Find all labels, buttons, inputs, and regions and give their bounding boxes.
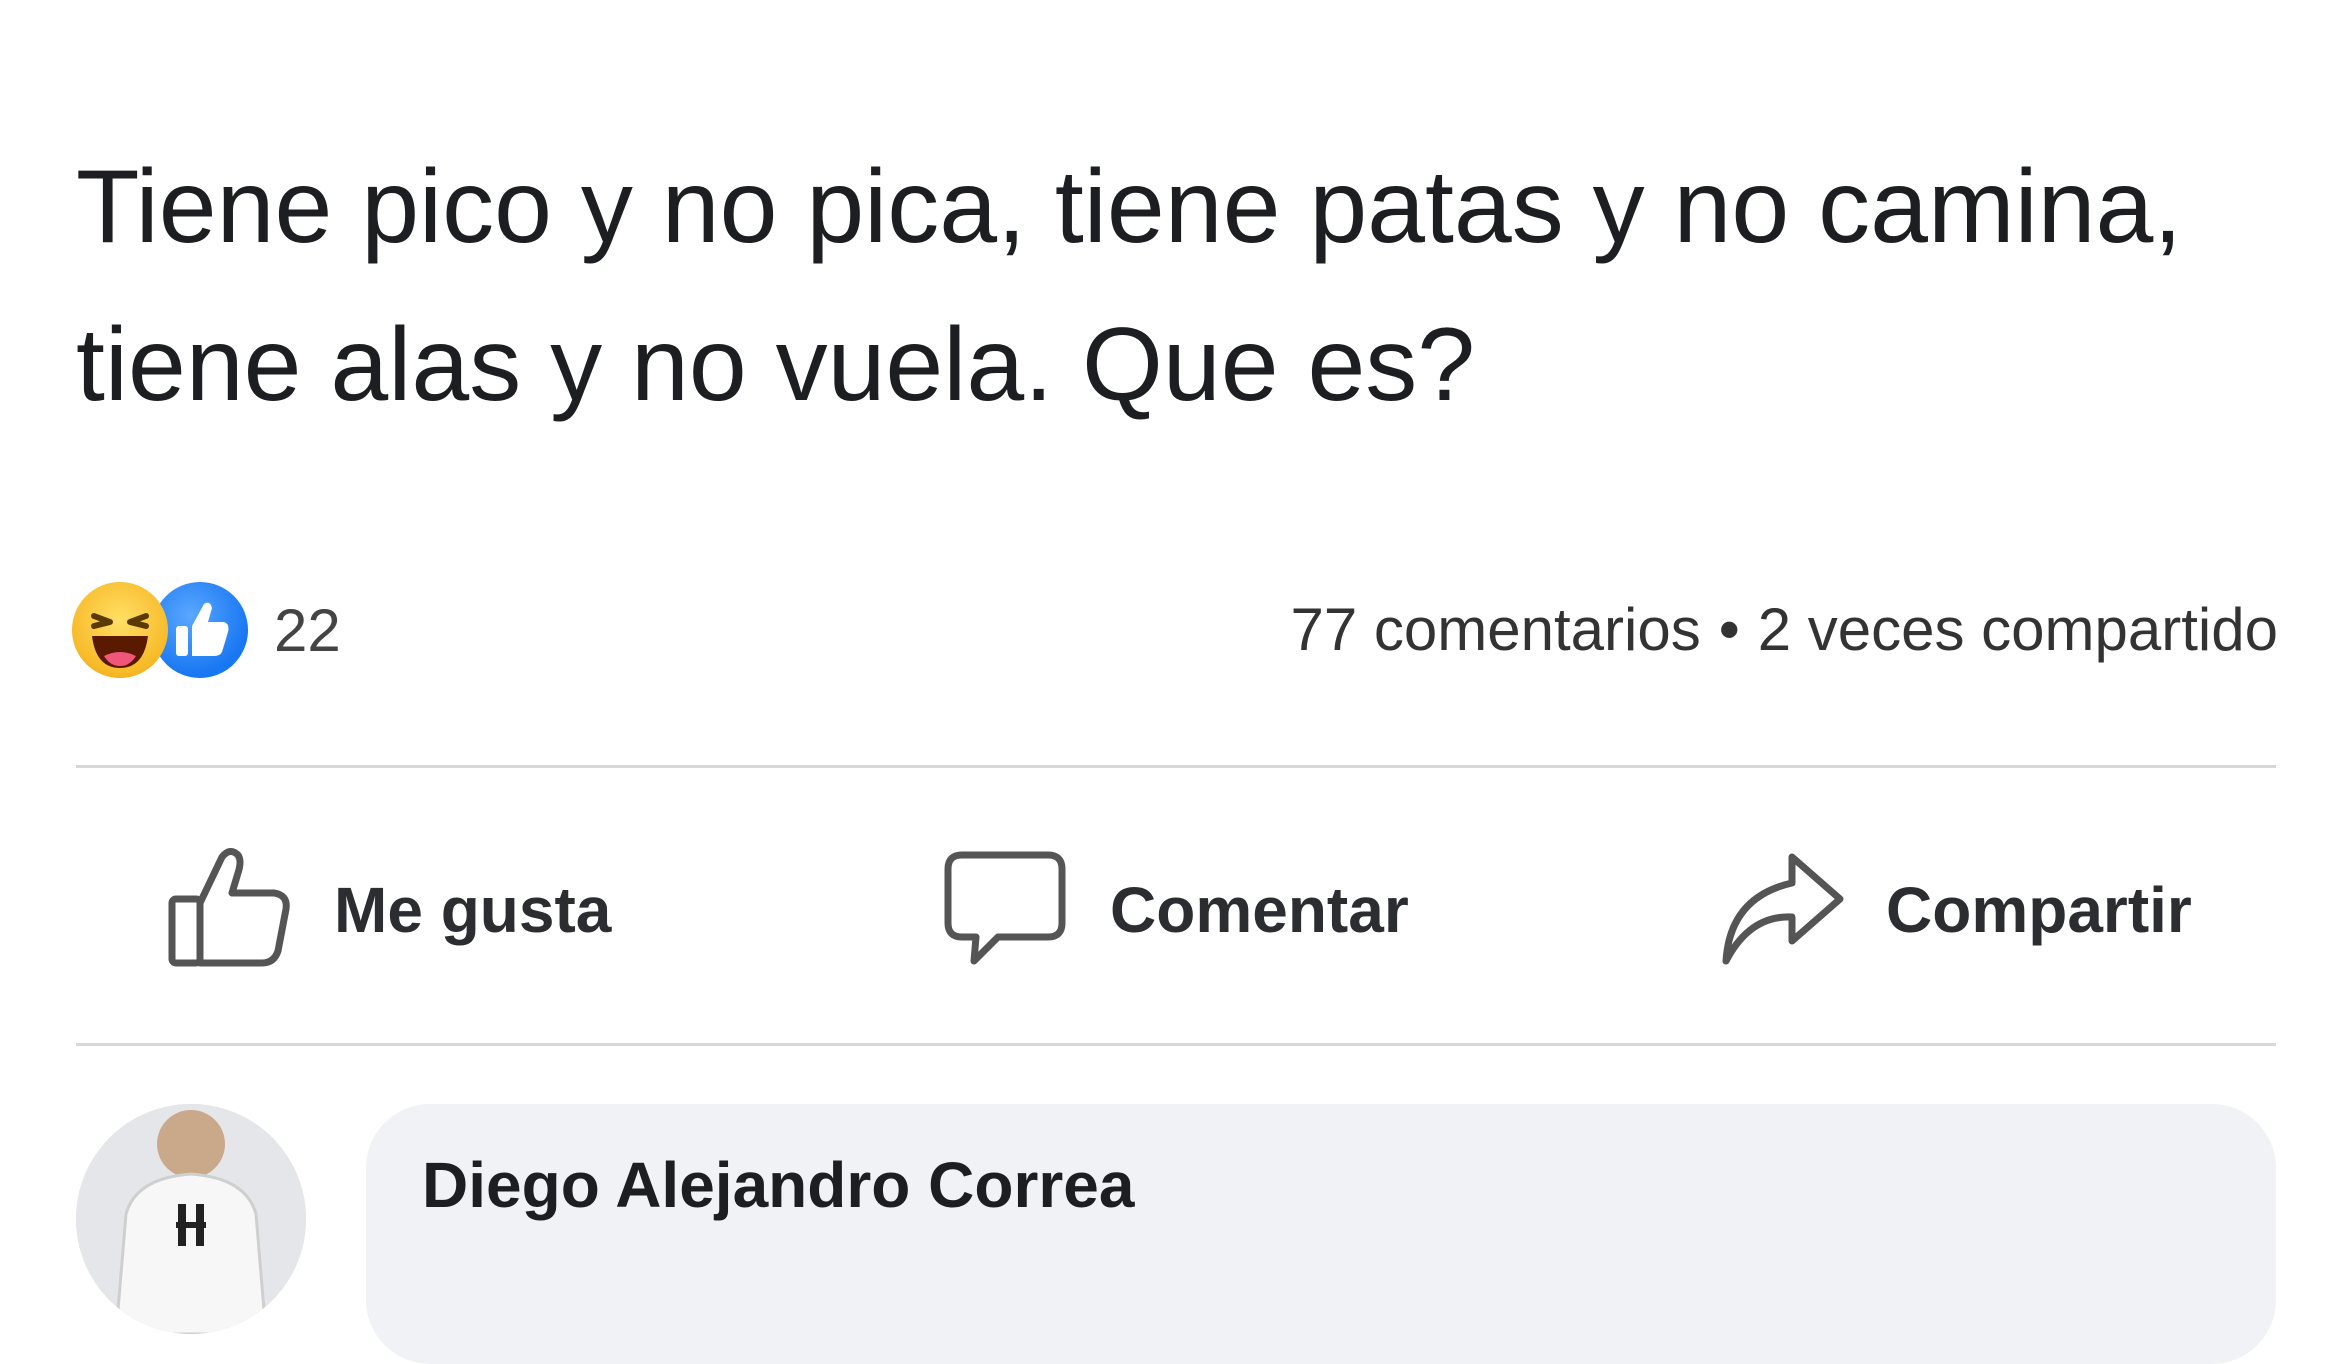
- comment-button-label: Comentar: [1110, 874, 1409, 946]
- comment-button[interactable]: Comentar: [940, 800, 1409, 1020]
- post-stats: 77 comentarios • 2 veces compartido: [1291, 580, 2279, 680]
- reactions-row: 22 77 comentarios • 2 veces compartido: [72, 576, 2279, 684]
- avatar[interactable]: [76, 1104, 306, 1334]
- divider-bottom: [76, 1043, 2276, 1046]
- share-arrow-icon: [1716, 843, 1846, 978]
- comment-author[interactable]: Diego Alejandro Correa: [422, 1148, 1134, 1222]
- like-button[interactable]: Me gusta: [164, 800, 611, 1020]
- comments-count-link[interactable]: 77 comentarios: [1291, 596, 1701, 663]
- share-button[interactable]: Compartir: [1716, 800, 2192, 1020]
- comment-bubble[interactable]: Diego Alejandro Correa: [366, 1104, 2276, 1364]
- stats-separator: •: [1718, 596, 1740, 663]
- shares-count-link[interactable]: 2 veces compartido: [1758, 596, 2278, 663]
- comment-item: Diego Alejandro Correa: [76, 1090, 2276, 1364]
- thumbs-up-icon: [164, 843, 294, 978]
- divider-top: [76, 765, 2276, 768]
- post-actions: Me gusta Comentar Compartir: [76, 800, 2276, 1020]
- haha-icon: [72, 582, 168, 678]
- like-button-label: Me gusta: [334, 874, 612, 946]
- share-button-label: Compartir: [1886, 874, 2192, 946]
- reaction-count: 22: [274, 596, 341, 664]
- post-text: Tiene pico y no pica, tiene patas y no c…: [76, 149, 2183, 423]
- speech-bubble-icon: [940, 843, 1070, 978]
- reaction-summary[interactable]: 22: [72, 576, 341, 684]
